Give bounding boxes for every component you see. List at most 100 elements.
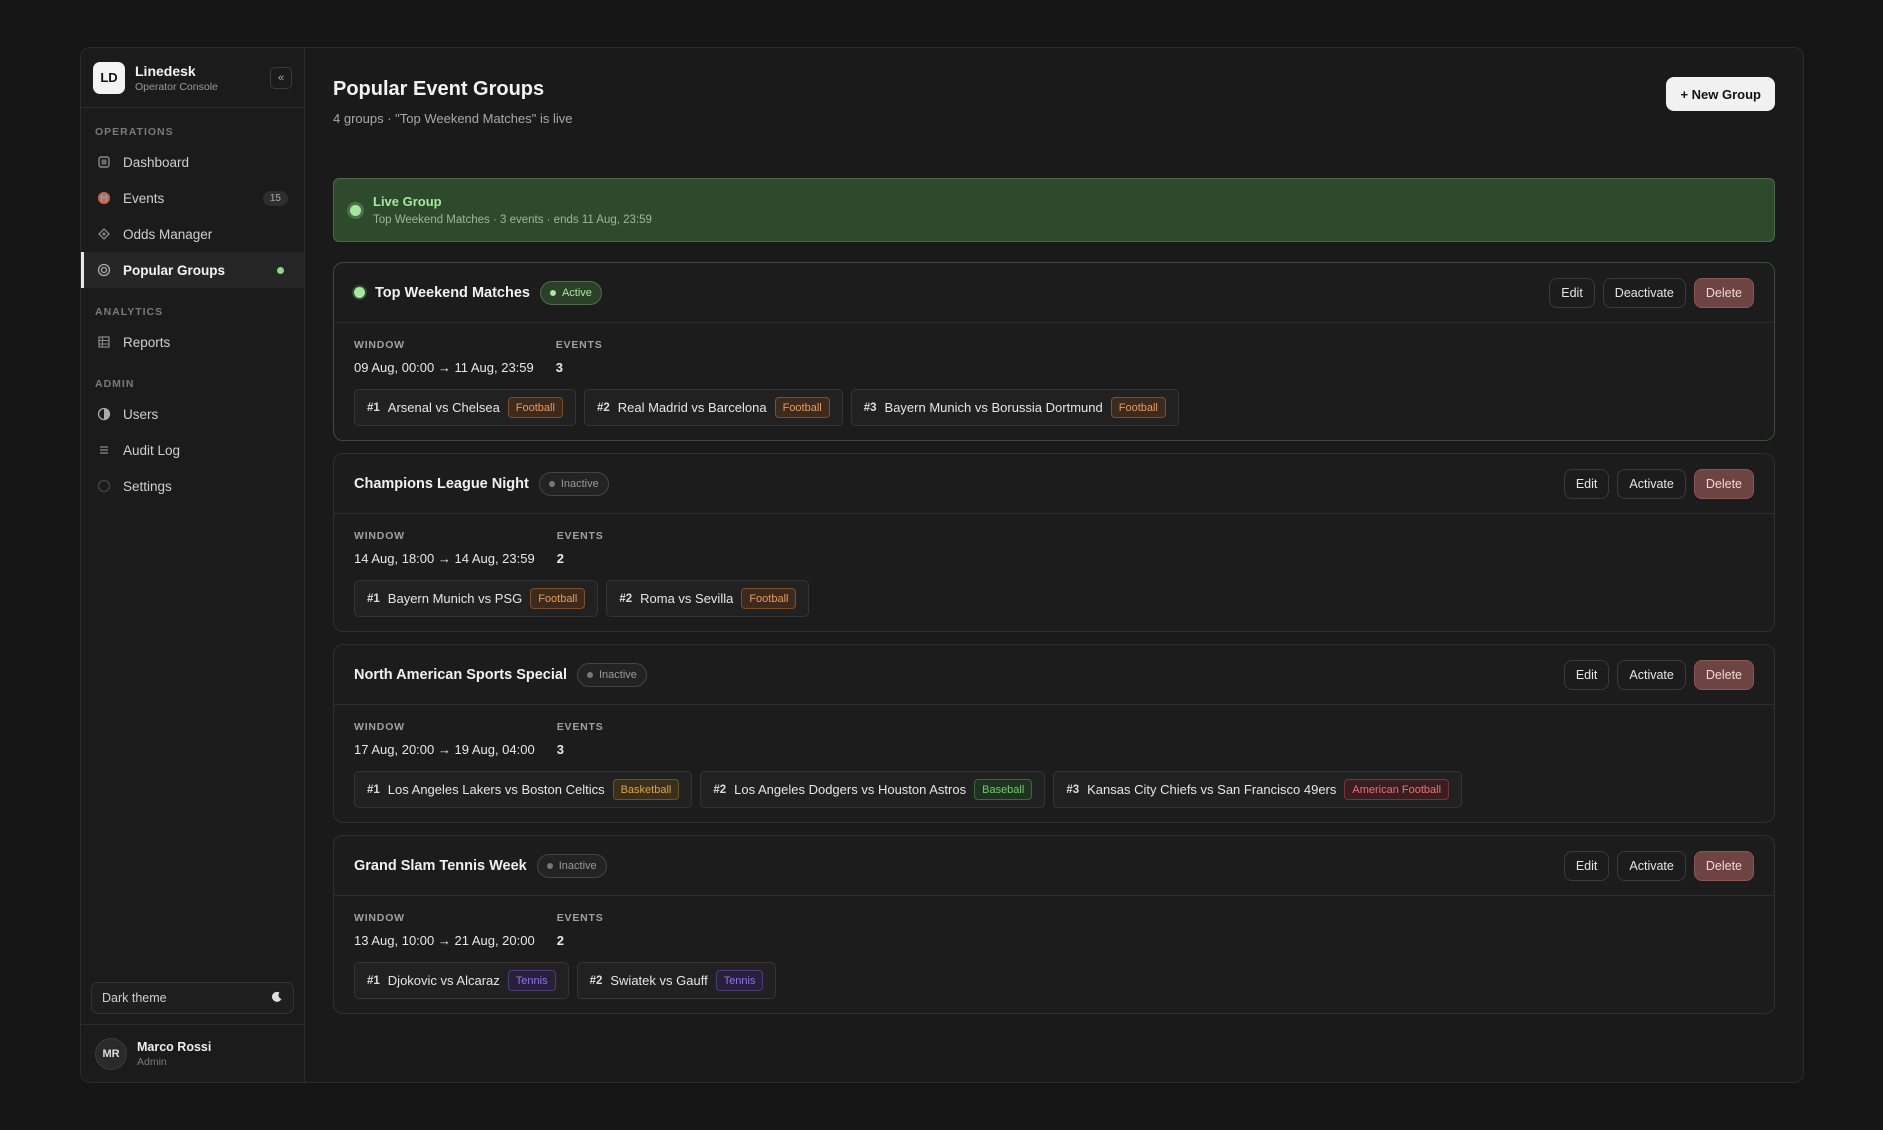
event-chip[interactable]: #2 Los Angeles Dodgers vs Houston Astros… xyxy=(700,771,1046,808)
sidebar-item-label: Reports xyxy=(123,334,171,350)
status-dot xyxy=(548,480,555,487)
page-title: Popular Event Groups xyxy=(333,78,545,100)
app-window: LD Linedesk Operator Console « OPERATION… xyxy=(80,47,1804,1083)
brand-name: Linedesk xyxy=(135,62,196,79)
live-status-dot xyxy=(350,204,361,216)
status-label: Active xyxy=(561,286,592,299)
event-rank: #1 xyxy=(367,783,380,796)
delete-button[interactable]: Delete xyxy=(1693,850,1754,881)
event-chip[interactable]: #1 Bayern Munich vs PSG Football xyxy=(354,580,599,617)
user-profile[interactable]: MR Marco Rossi Admin xyxy=(81,1024,304,1082)
event-name: Real Madrid vs Barcelona xyxy=(617,400,767,415)
sidebar-item-popular-groups[interactable]: Popular Groups xyxy=(81,252,304,288)
sidebar-item-settings[interactable]: Settings xyxy=(81,468,304,504)
event-chip[interactable]: #2 Swiatek vs Gauff Tennis xyxy=(576,962,777,999)
collapse-sidebar-button[interactable]: « xyxy=(270,66,292,89)
group-card: North American Sports Special Inactive E… xyxy=(333,644,1775,823)
event-list: #1 Los Angeles Lakers vs Boston Celtics … xyxy=(354,771,1754,808)
events-label: EVENTS xyxy=(556,721,604,733)
edit-button[interactable]: Edit xyxy=(1549,277,1595,308)
sidebar-item-odds-manager[interactable]: Odds Manager xyxy=(81,216,304,252)
deactivate-button[interactable]: Deactivate xyxy=(1602,277,1686,308)
avatar: MR xyxy=(95,1037,127,1070)
event-rank: #2 xyxy=(596,401,610,414)
event-chip[interactable]: #1 Los Angeles Lakers vs Boston Celtics … xyxy=(354,771,693,808)
event-chip[interactable]: #1 Arsenal vs Chelsea Football xyxy=(354,389,576,426)
edit-button[interactable]: Edit xyxy=(1563,659,1610,690)
live-group-banner: Live Group Top Weekend Matches · 3 event… xyxy=(333,178,1775,242)
brand: LD Linedesk Operator Console « xyxy=(81,48,304,108)
event-list: #1 Arsenal vs Chelsea Football #2 Real M… xyxy=(354,389,1754,426)
status-dot xyxy=(587,671,593,678)
sidebar-item-label: Events xyxy=(123,190,165,206)
event-chip[interactable]: #1 Djokovic vs Alcaraz Tennis xyxy=(354,962,569,999)
live-indicator-dot xyxy=(277,266,284,274)
sidebar-item-label: Popular Groups xyxy=(123,262,226,278)
event-chip[interactable]: #2 Real Madrid vs Barcelona Football xyxy=(583,389,843,426)
delete-button[interactable]: Delete xyxy=(1693,659,1754,690)
group-card: Grand Slam Tennis Week Inactive Edit Act… xyxy=(333,835,1775,1014)
event-name: Los Angeles Dodgers vs Houston Astros xyxy=(734,782,967,797)
window-label: WINDOW xyxy=(354,530,405,542)
group-name: Top Weekend Matches xyxy=(375,284,530,301)
status-label: Inactive xyxy=(599,668,637,681)
group-body: WINDOW 17 Aug, 20:00 → 19 Aug, 04:00 EVE… xyxy=(334,705,1774,822)
edit-button[interactable]: Edit xyxy=(1563,850,1610,881)
group-meta: WINDOW 14 Aug, 18:00 → 14 Aug, 23:59 EVE… xyxy=(354,530,1754,566)
events-label: EVENTS xyxy=(556,912,604,924)
sport-tag: American Football xyxy=(1344,779,1450,800)
event-rank: #1 xyxy=(367,401,380,414)
sidebar-item-dashboard[interactable]: Dashboard xyxy=(81,144,304,180)
events-count: 2 xyxy=(556,933,564,948)
event-chip[interactable]: #3 Bayern Munich vs Borussia Dortmund Fo… xyxy=(850,389,1179,426)
status-dot xyxy=(546,862,553,869)
event-chip[interactable]: #2 Roma vs Sevilla Football xyxy=(606,580,810,617)
window-value: 13 Aug, 10:00 → 21 Aug, 20:00 xyxy=(354,933,535,948)
sport-tag: Tennis xyxy=(507,970,556,991)
events-count: 2 xyxy=(556,551,564,566)
events-count: 3 xyxy=(556,742,564,757)
theme-toggle[interactable]: Dark theme xyxy=(91,982,294,1014)
sidebar-item-label: Dashboard xyxy=(123,154,190,170)
event-list: #1 Bayern Munich vs PSG Football #2 Roma… xyxy=(354,580,1754,617)
activate-button[interactable]: Activate xyxy=(1617,659,1686,690)
event-chip[interactable]: #3 Kansas City Chiefs vs San Francisco 4… xyxy=(1053,771,1463,808)
dashboard-icon xyxy=(97,155,111,169)
sidebar-item-reports[interactable]: Reports xyxy=(81,324,304,360)
sidebar-item-users[interactable]: Users xyxy=(81,396,304,432)
settings-icon xyxy=(97,479,111,493)
sidebar-item-audit-log[interactable]: Audit Log xyxy=(81,432,304,468)
group-header: Top Weekend Matches Active Edit Deactiva… xyxy=(334,263,1774,323)
group-name: Grand Slam Tennis Week xyxy=(354,857,527,874)
new-group-button[interactable]: + New Group xyxy=(1666,77,1775,111)
live-banner-subtitle: Top Weekend Matches · 3 events · ends 11… xyxy=(373,214,652,226)
sport-tag: Football xyxy=(1110,397,1166,418)
group-actions: Edit Activate Delete xyxy=(1563,850,1754,881)
group-name: North American Sports Special xyxy=(354,666,567,683)
group-list: Top Weekend Matches Active Edit Deactiva… xyxy=(333,262,1775,1014)
edit-button[interactable]: Edit xyxy=(1563,468,1610,499)
group-meta: WINDOW 17 Aug, 20:00 → 19 Aug, 04:00 EVE… xyxy=(354,721,1754,757)
sport-tag: Tennis xyxy=(715,970,764,991)
section-label-operations: OPERATIONS xyxy=(95,126,174,138)
user-name: Marco Rossi xyxy=(137,1039,212,1054)
page-subtitle: 4 groups · "Top Weekend Matches" is live xyxy=(333,111,573,126)
activate-button[interactable]: Activate xyxy=(1617,850,1686,881)
delete-button[interactable]: Delete xyxy=(1693,277,1754,308)
audit-log-icon xyxy=(97,443,111,457)
status-badge: Active xyxy=(539,280,602,305)
event-rank: #1 xyxy=(367,592,380,605)
sidebar-item-label: Users xyxy=(123,406,159,422)
event-name: Djokovic vs Alcaraz xyxy=(387,973,500,988)
window-value: 09 Aug, 00:00 → 11 Aug, 23:59 xyxy=(354,360,534,375)
section-label-admin: ADMIN xyxy=(95,378,135,390)
user-role: Admin xyxy=(137,1055,167,1068)
event-list: #1 Djokovic vs Alcaraz Tennis #2 Swiatek… xyxy=(354,962,1754,999)
sidebar-item-events[interactable]: Events 15 xyxy=(81,180,304,216)
group-header: Champions League Night Inactive Edit Act… xyxy=(334,454,1774,514)
sport-tag: Basketball xyxy=(612,779,680,800)
activate-button[interactable]: Activate xyxy=(1617,468,1686,499)
window-value: 17 Aug, 20:00 → 19 Aug, 04:00 xyxy=(354,742,535,757)
window-label: WINDOW xyxy=(354,912,405,924)
delete-button[interactable]: Delete xyxy=(1693,468,1754,499)
